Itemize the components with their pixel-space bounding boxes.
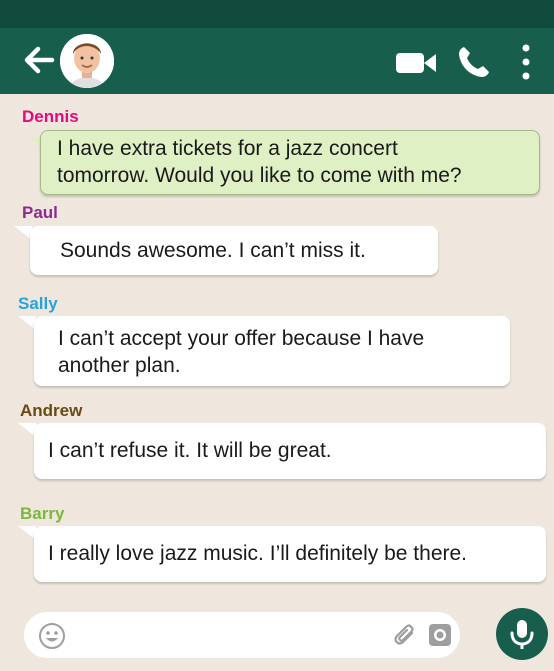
message-line: Sounds awesome. I can’t miss it. (60, 239, 366, 262)
sender-name: Dennis (22, 107, 79, 127)
avatar[interactable] (60, 34, 114, 88)
message-line: another plan. (58, 354, 181, 377)
message-line: I have extra tickets for a jazz concert (57, 137, 398, 160)
sender-label: Sally (18, 294, 58, 313)
message-bubble[interactable]: Sounds awesome. I can’t miss it. (30, 226, 438, 275)
paperclip-icon[interactable] (392, 623, 418, 649)
message-bubble[interactable]: I can’t accept your offer because I have… (34, 316, 510, 386)
message-bubble[interactable]: I really love jazz music. I’ll definitel… (34, 526, 546, 582)
microphone-button[interactable] (496, 608, 548, 660)
phone-icon[interactable] (456, 44, 492, 80)
sender-name: Paul (22, 203, 58, 223)
emoji-icon[interactable] (38, 622, 66, 650)
sender-name: Andrew (20, 401, 82, 421)
sender-label: Dennis (22, 107, 79, 126)
contact-photo (60, 34, 114, 88)
message-bubble[interactable]: I can’t refuse it. It will be great. (34, 423, 546, 479)
chat-header (0, 28, 554, 94)
message-line: I can’t accept your offer because I have (58, 327, 425, 350)
video-camera-icon[interactable] (394, 49, 438, 77)
sender-label: Barry (20, 504, 65, 523)
message-input[interactable] (24, 612, 460, 658)
sender-label: Paul (22, 203, 58, 222)
message-line: I can’t refuse it. It will be great. (48, 439, 332, 462)
sender-name: Barry (20, 504, 64, 524)
message-line: I really love jazz music. I’ll definitel… (48, 542, 468, 565)
microphone-icon (510, 620, 534, 649)
arrow-left-icon[interactable] (22, 43, 56, 77)
sender-label: Andrew (20, 401, 83, 420)
sender-name: Sally (18, 294, 58, 314)
status-bar (0, 0, 554, 28)
message-line: tomorrow. Would you like to come with me… (57, 164, 462, 187)
message-bubble[interactable]: I have extra tickets for a jazz concert … (40, 130, 540, 195)
more-vertical-icon[interactable] (518, 42, 534, 82)
camera-icon[interactable] (428, 623, 452, 647)
